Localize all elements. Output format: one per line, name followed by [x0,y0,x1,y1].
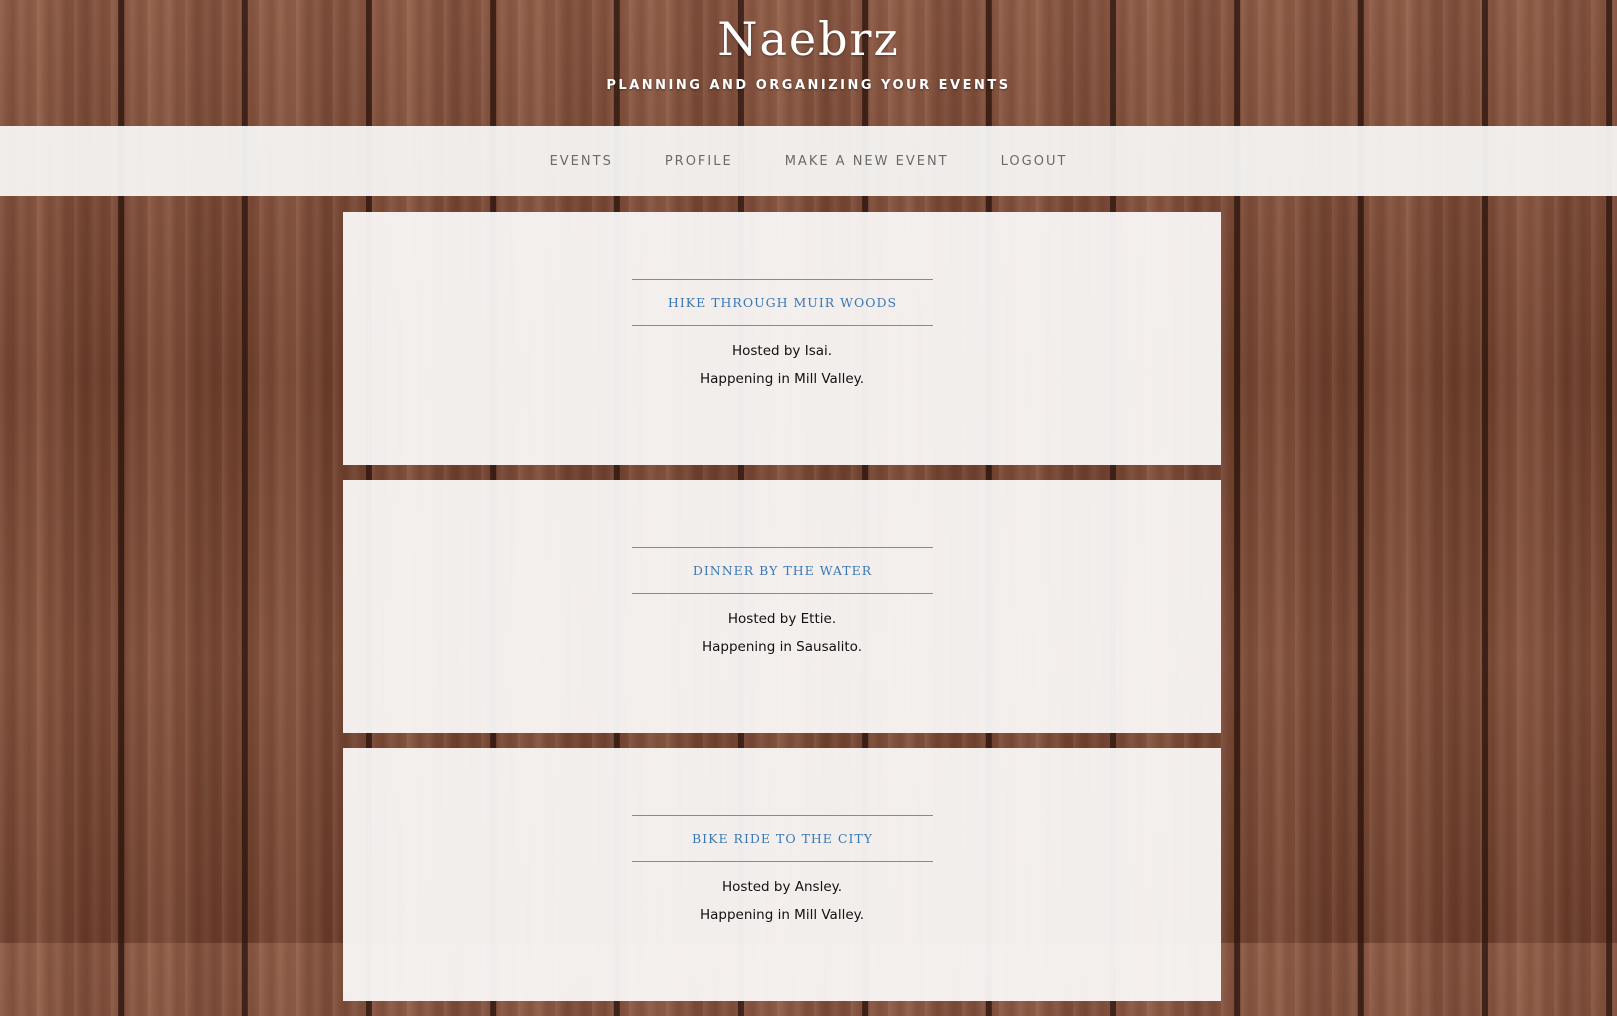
event-title-link[interactable]: HIKE THROUGH MUIR WOODS [668,295,897,310]
nav-link-logout[interactable]: LOGOUT [975,154,1094,169]
event-card: BIKE RIDE TO THE CITY Hosted by Ansley. … [343,748,1221,1001]
main-nav: EVENTS PROFILE MAKE A NEW EVENT LOGOUT [0,126,1617,196]
event-host: Hosted by Isai. [731,343,833,359]
event-title-link[interactable]: DINNER BY THE WATER [693,563,872,578]
event-card: HIKE THROUGH MUIR WOODS Hosted by Isai. … [343,212,1221,465]
event-card: DINNER BY THE WATER Hosted by Ettie. Hap… [343,480,1221,733]
event-location: Happening in Mill Valley. [699,907,864,923]
site-title: Naebrz [717,12,900,66]
event-host: Hosted by Ettie. [727,611,837,627]
site-tagline: PLANNING AND ORGANIZING YOUR EVENTS [606,78,1011,93]
event-host: Hosted by Ansley. [722,879,842,895]
event-title-divider: HIKE THROUGH MUIR WOODS [632,279,933,326]
event-location: Happening in Sausalito. [701,639,862,655]
nav-link-make-new-event[interactable]: MAKE A NEW EVENT [759,154,975,169]
site-header: Naebrz PLANNING AND ORGANIZING YOUR EVEN… [0,0,1617,126]
event-title-divider: DINNER BY THE WATER [632,547,933,594]
event-title-link[interactable]: BIKE RIDE TO THE CITY [692,831,873,846]
nav-link-profile[interactable]: PROFILE [639,154,759,169]
event-list: HIKE THROUGH MUIR WOODS Hosted by Isai. … [343,212,1221,1016]
event-title-divider: BIKE RIDE TO THE CITY [632,815,933,862]
event-location: Happening in Mill Valley. [699,371,864,387]
nav-link-events[interactable]: EVENTS [524,154,639,169]
